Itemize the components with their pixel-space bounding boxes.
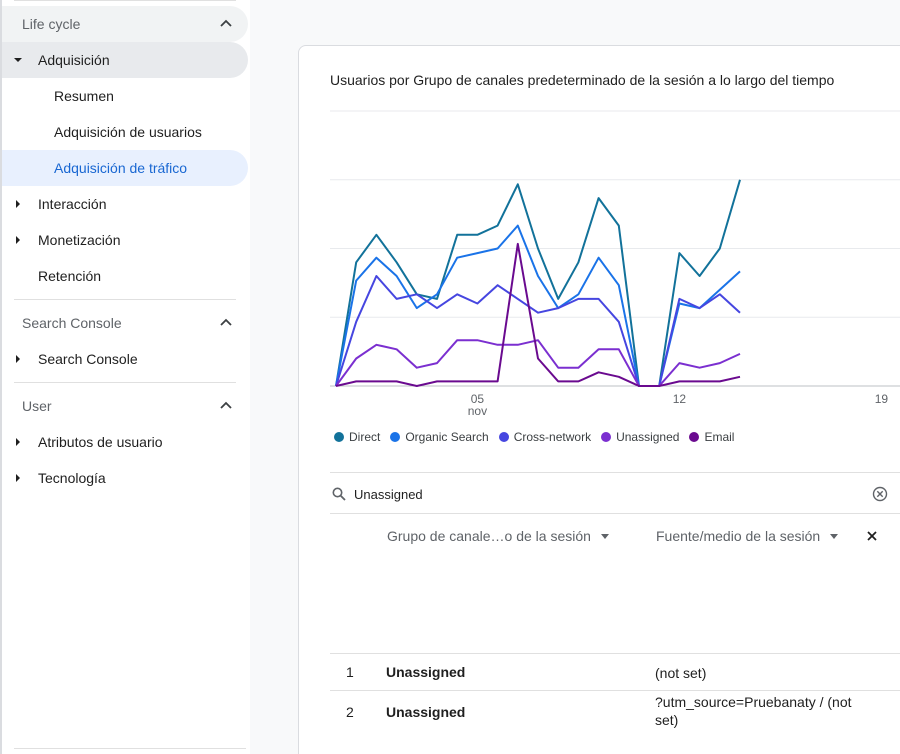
legend-item[interactable]: Email bbox=[689, 430, 734, 444]
legend-item[interactable]: Unassigned bbox=[601, 430, 679, 444]
series-line-cross-network[interactable] bbox=[335, 275, 741, 387]
legend-label: Email bbox=[704, 430, 735, 444]
legend-label: Cross-network bbox=[513, 430, 592, 444]
sidebar-item-label: Tecnología bbox=[38, 470, 106, 486]
channel-cell: Unassigned bbox=[386, 664, 466, 680]
dropdown-arrow-icon bbox=[830, 533, 839, 539]
table-row[interactable]: 2 Unassigned ?utm_source=Pruebanaty / (n… bbox=[330, 690, 900, 740]
legend-swatch bbox=[498, 432, 509, 442]
sidebar-item-label: Interacción bbox=[38, 196, 107, 212]
x-tick-label: 19 bbox=[875, 392, 889, 406]
caret-right-icon bbox=[16, 236, 20, 244]
caret-right-icon bbox=[16, 438, 20, 446]
source-cell: ?utm_source=Pruebanaty / (not set) bbox=[655, 694, 852, 728]
sidebar-divider bbox=[14, 382, 236, 383]
dropdown-arrow-icon bbox=[600, 533, 609, 539]
legend-label: Organic Search bbox=[405, 430, 489, 444]
section-header-user[interactable]: User bbox=[2, 388, 248, 424]
line-chart: 05nov12 19 bbox=[330, 110, 900, 418]
search-icon bbox=[332, 487, 346, 501]
caret-down-icon bbox=[14, 58, 22, 62]
legend-swatch bbox=[689, 432, 700, 442]
section-header-search-console[interactable]: Search Console bbox=[2, 305, 248, 341]
sidebar-item-label: Monetización bbox=[38, 232, 121, 248]
close-icon[interactable] bbox=[865, 529, 879, 543]
sidebar-item-user-acquisition[interactable]: Adquisición de usuarios bbox=[2, 114, 248, 150]
chevron-up-icon[interactable] bbox=[218, 398, 234, 414]
sidebar-item-traffic-acquisition[interactable]: Adquisición de tráfico bbox=[2, 150, 248, 186]
sidebar-top-divider bbox=[14, 0, 236, 1]
sidebar-item-label: Search Console bbox=[38, 351, 138, 367]
sidebar-item-user-attributes[interactable]: Atributos de usuario bbox=[2, 424, 248, 460]
series-line-unassigned[interactable] bbox=[335, 339, 741, 387]
search-input[interactable] bbox=[354, 483, 854, 505]
legend-label: Direct bbox=[349, 430, 381, 444]
window-edge bbox=[0, 0, 2, 754]
section-header-lifecycle[interactable]: Life cycle bbox=[2, 6, 248, 42]
legend-item[interactable]: Cross-network bbox=[498, 430, 592, 444]
sidebar-item-label: Retención bbox=[38, 268, 102, 284]
row-index: 2 bbox=[346, 704, 354, 720]
sidebar-item-label: Adquisición bbox=[38, 52, 110, 68]
section-header-label: User bbox=[22, 398, 52, 414]
x-tick-label: 12 bbox=[673, 392, 687, 406]
sidebar-item-retention[interactable]: Retención bbox=[2, 258, 248, 294]
sidebar-item-monetization[interactable]: Monetización bbox=[2, 222, 248, 258]
sidebar-item-summary[interactable]: Resumen bbox=[2, 78, 248, 114]
sidebar-item-search-console[interactable]: Search Console bbox=[2, 341, 248, 377]
dimension-label: Fuente/medio de la sesión bbox=[656, 528, 821, 544]
table-search-bar bbox=[330, 472, 900, 514]
sidebar-item-technology[interactable]: Tecnología bbox=[2, 460, 248, 496]
legend-item[interactable]: Organic Search bbox=[390, 430, 489, 444]
sidebar-item-label: Adquisición de tráfico bbox=[54, 160, 188, 176]
legend-swatch bbox=[334, 432, 344, 442]
x-tick-sublabel: nov bbox=[468, 404, 487, 418]
chevron-up-icon[interactable] bbox=[218, 16, 234, 32]
legend-label: Unassigned bbox=[616, 430, 680, 444]
sidebar-bottom-divider bbox=[14, 748, 246, 749]
channel-cell: Unassigned bbox=[386, 704, 466, 720]
series-line-email[interactable] bbox=[335, 242, 741, 387]
chart-legend: Direct Organic Search Cross-network Unassig… bbox=[334, 430, 744, 444]
legend-swatch bbox=[390, 432, 401, 442]
caret-right-icon bbox=[16, 355, 20, 363]
caret-right-icon bbox=[16, 474, 20, 482]
source-cell: (not set) bbox=[655, 665, 707, 681]
dimension-label: Grupo de canale…o de la sesión bbox=[387, 528, 591, 544]
sidebar-item-label: Atributos de usuario bbox=[38, 434, 163, 450]
card-title: Usuarios por Grupo de canales predetermi… bbox=[330, 72, 835, 88]
row-index: 1 bbox=[346, 664, 354, 680]
dimension-selector-secondary[interactable]: Fuente/medio de la sesión bbox=[656, 528, 839, 544]
sidebar-item-engagement[interactable]: Interacción bbox=[2, 186, 248, 222]
table-row[interactable]: 1 Unassigned (not set) bbox=[330, 653, 900, 690]
caret-right-icon bbox=[16, 200, 20, 208]
dimension-selector-primary[interactable]: Grupo de canale…o de la sesión bbox=[387, 528, 609, 544]
legend-item[interactable]: Direct bbox=[334, 430, 380, 444]
section-header-label: Life cycle bbox=[22, 16, 81, 32]
sidebar-nav: Life cycle Adquisición Resumen Adquisici… bbox=[0, 0, 250, 754]
sidebar-item-acquisition[interactable]: Adquisición bbox=[2, 42, 248, 78]
sidebar-item-label: Adquisición de usuarios bbox=[54, 124, 202, 140]
clear-search-icon[interactable] bbox=[872, 486, 888, 502]
section-header-label: Search Console bbox=[22, 315, 122, 331]
legend-swatch bbox=[601, 432, 612, 442]
sidebar-item-label: Resumen bbox=[54, 88, 114, 104]
chevron-up-icon[interactable] bbox=[218, 315, 234, 331]
sidebar-divider bbox=[14, 299, 236, 300]
